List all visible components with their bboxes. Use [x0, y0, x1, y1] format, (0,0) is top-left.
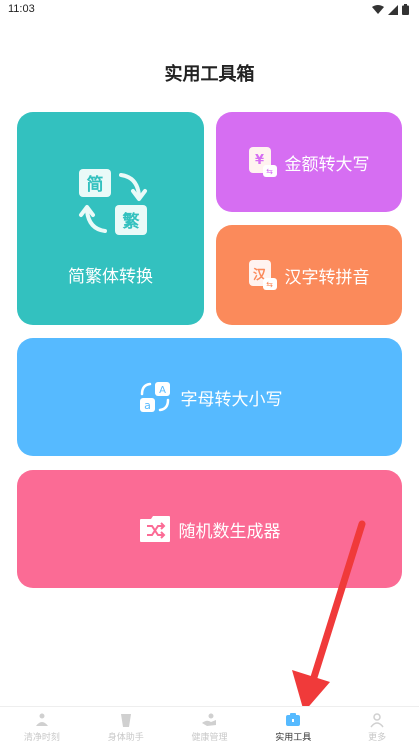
tab-label: 实用工具 — [275, 732, 312, 743]
status-icons — [372, 4, 409, 15]
card-simplified-traditional[interactable]: 简 繁 简繁体转换 — [17, 112, 204, 325]
letter-case-icon: A a — [139, 382, 170, 412]
letter-lower: a — [144, 399, 151, 412]
tab-body-helper[interactable]: 身体助手 — [84, 707, 168, 747]
bottom-tab-bar: 清净时刻 身体助手 健康管理 实用工具 更多 — [0, 706, 419, 747]
yuan-icon: ¥ ⇆ — [248, 147, 277, 177]
tab-health[interactable]: 健康管理 — [168, 707, 252, 747]
glyph-simplified: 简 — [87, 174, 104, 195]
user-icon — [370, 712, 384, 727]
cup-icon — [120, 713, 131, 727]
page-title: 实用工具箱 — [164, 64, 255, 85]
status-time: 11:03 — [8, 3, 35, 15]
swap-icon: ⇆ — [262, 278, 277, 290]
tab-label: 清净时刻 — [23, 732, 60, 743]
card-label: 金额转大写 — [284, 154, 370, 175]
swap-icon: ⇆ — [262, 165, 277, 177]
shuffle-icon — [139, 516, 170, 542]
simplified-traditional-icon: 简 繁 — [79, 169, 147, 235]
card-label: 字母转大小写 — [180, 389, 283, 410]
status-bar: 11:03 — [0, 0, 419, 20]
signal-icon — [388, 4, 398, 15]
tab-more[interactable]: 更多 — [335, 707, 419, 747]
card-hanzi-pinyin[interactable]: 汉 ⇆ 汉字转拼音 — [216, 225, 402, 325]
card-amount-uppercase[interactable]: ¥ ⇆ 金额转大写 — [216, 112, 402, 212]
wifi-icon — [372, 4, 384, 14]
tab-quiet-moment[interactable]: 清净时刻 — [0, 707, 84, 747]
tab-tools[interactable]: 实用工具 — [251, 707, 335, 747]
battery-icon — [402, 4, 409, 15]
tab-label: 身体助手 — [107, 732, 144, 743]
card-label: 简繁体转换 — [68, 267, 153, 287]
card-letter-case[interactable]: A a 字母转大小写 — [17, 338, 402, 456]
glyph-traditional: 繁 — [122, 211, 141, 232]
hand-heart-icon — [202, 713, 217, 726]
tab-label: 更多 — [368, 732, 387, 743]
letter-upper: A — [159, 385, 166, 396]
card-label: 汉字转拼音 — [284, 267, 370, 288]
meditation-icon — [35, 713, 48, 726]
annotation-arrow-icon — [292, 520, 366, 712]
card-label: 随机数生成器 — [178, 521, 281, 542]
toolbox-icon — [286, 712, 301, 726]
tab-label: 健康管理 — [191, 732, 228, 743]
hanzi-icon: 汉 ⇆ — [248, 260, 277, 290]
